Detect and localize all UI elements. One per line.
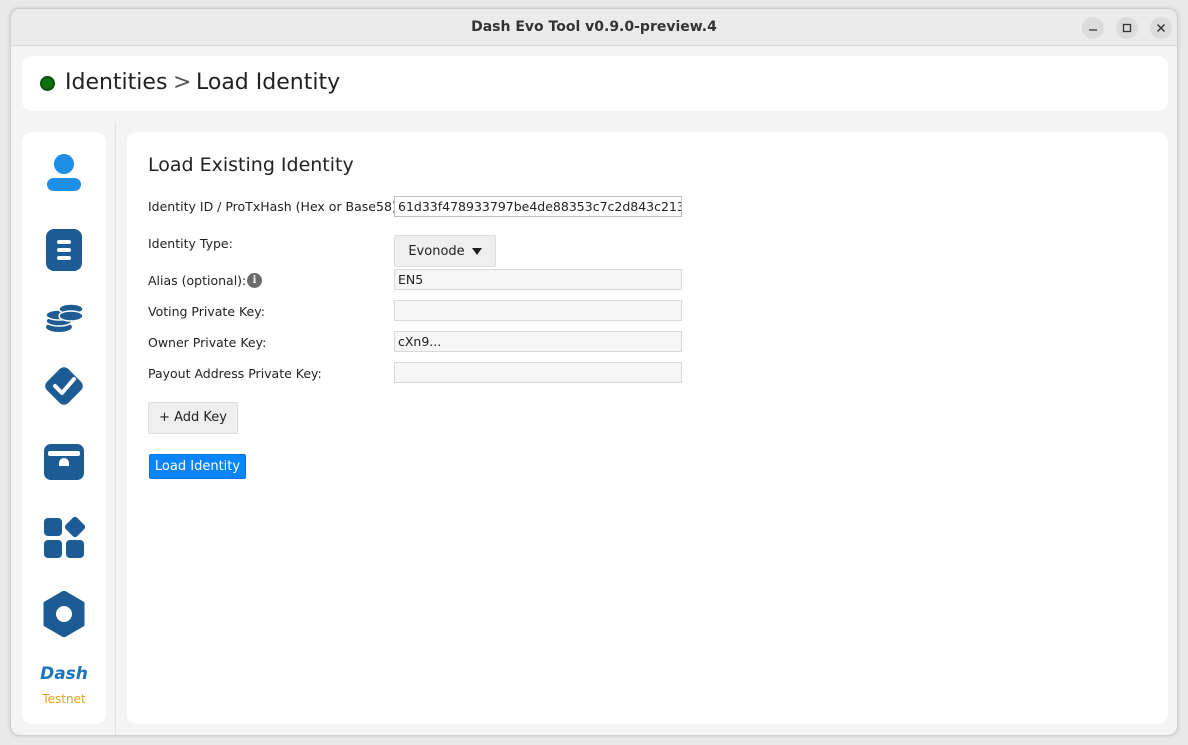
apps-icon xyxy=(44,516,86,558)
identity-type-value: Evonode xyxy=(408,243,465,259)
caret-down-icon xyxy=(471,247,482,255)
identity-type-select[interactable]: Evonode xyxy=(394,235,496,267)
document-icon xyxy=(46,229,82,271)
identity-type-label: Identity Type: xyxy=(148,236,233,251)
voting-key-input[interactable] xyxy=(394,300,682,321)
payout-key-input[interactable] xyxy=(394,362,682,383)
check-icon xyxy=(45,367,83,405)
page-title: Load Existing Identity xyxy=(148,154,354,176)
minimize-button[interactable] xyxy=(1082,17,1104,39)
sidebar-item-wallets[interactable] xyxy=(38,436,90,488)
alias-input[interactable]: EN5 xyxy=(394,269,682,290)
sidebar-item-tools[interactable] xyxy=(38,512,90,564)
close-button[interactable] xyxy=(1150,17,1172,39)
wallet-icon xyxy=(44,444,84,480)
window-title: Dash Evo Tool v0.9.0-preview.4 xyxy=(471,19,717,35)
breadcrumb: Identities > Load Identity xyxy=(22,56,1168,111)
load-identity-panel: Load Existing Identity Identity ID / Pro… xyxy=(127,132,1168,724)
sidebar-item-contracts[interactable] xyxy=(38,224,90,276)
maximize-button[interactable] xyxy=(1116,17,1138,39)
coins-icon xyxy=(45,303,84,332)
breadcrumb-identities[interactable]: Identities xyxy=(65,68,167,98)
user-icon xyxy=(47,154,81,191)
owner-key-input[interactable]: cXn9... xyxy=(394,331,682,352)
identity-id-label: Identity ID / ProTxHash (Hex or Base58): xyxy=(148,199,401,214)
settings-icon xyxy=(43,591,85,637)
sidebar: Dash Testnet xyxy=(22,132,106,724)
voting-key-label: Voting Private Key: xyxy=(148,304,265,319)
connection-status-indicator xyxy=(40,76,55,91)
alias-label: Alias (optional): xyxy=(148,273,247,288)
sidebar-item-identity[interactable] xyxy=(38,148,90,200)
close-icon xyxy=(1157,24,1165,32)
breadcrumb-separator: > xyxy=(173,70,192,95)
sidebar-item-tokens[interactable] xyxy=(38,292,90,344)
owner-key-label: Owner Private Key: xyxy=(148,335,267,350)
breadcrumb-current: Load Identity xyxy=(196,70,341,95)
sidebar-region: Dash Testnet xyxy=(11,122,116,735)
info-icon[interactable]: i xyxy=(247,273,262,288)
title-bar[interactable]: Dash Evo Tool v0.9.0-preview.4 xyxy=(11,9,1177,46)
minimize-icon xyxy=(1089,29,1097,31)
network-label: Testnet xyxy=(42,692,86,706)
add-key-button[interactable]: + Add Key xyxy=(148,402,238,434)
load-identity-button[interactable]: Load Identity xyxy=(149,454,246,479)
dash-logo: Dash xyxy=(40,664,88,684)
sidebar-item-settings[interactable] xyxy=(38,588,90,640)
maximize-icon xyxy=(1122,23,1132,33)
app-window: Dash Evo Tool v0.9.0-preview.4 Identitie… xyxy=(10,8,1178,736)
identity-id-input[interactable]: 61d33f478933797be4de88353c7c2d843c21310f… xyxy=(394,196,682,217)
sidebar-item-voting[interactable] xyxy=(38,360,90,412)
payout-key-label: Payout Address Private Key: xyxy=(148,366,322,381)
